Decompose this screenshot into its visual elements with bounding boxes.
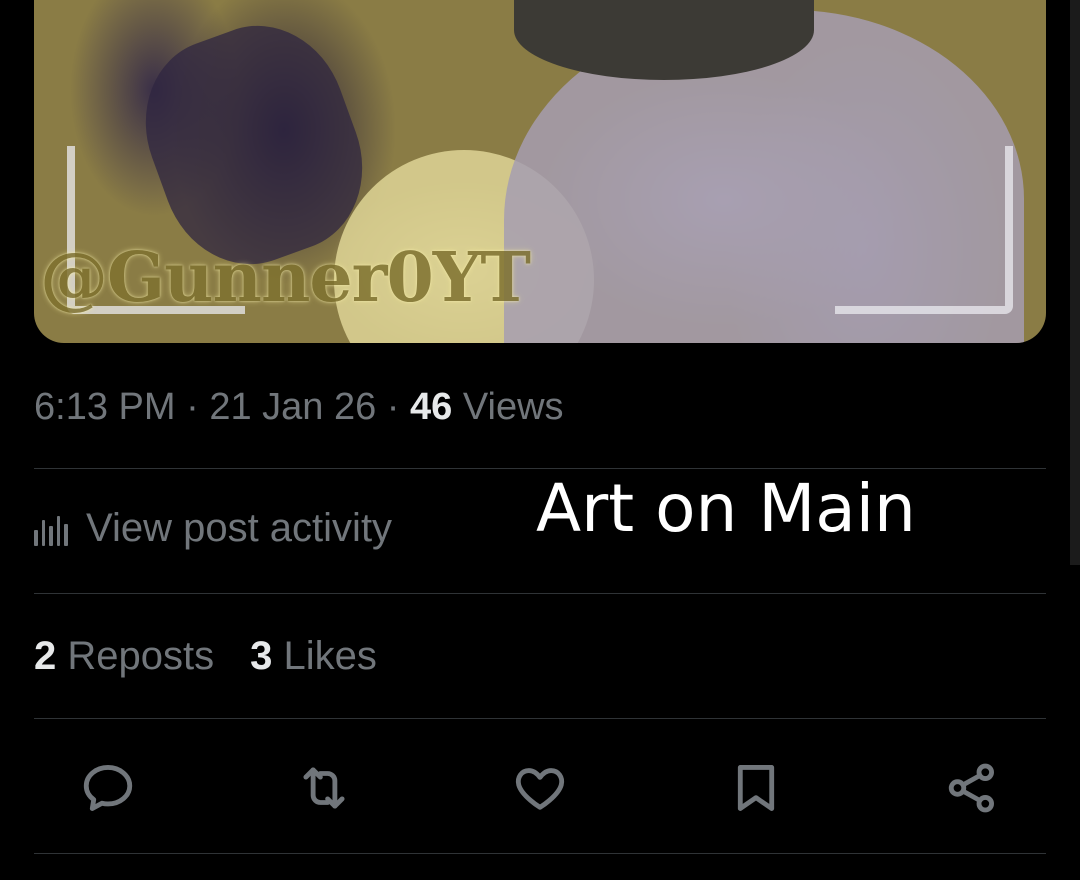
- view-post-activity-button[interactable]: View post activity: [34, 506, 392, 551]
- heart-icon: [515, 768, 565, 810]
- meta-separator: ·: [175, 386, 210, 428]
- engagement-stats: 2 Reposts 3 Likes: [34, 634, 377, 679]
- likes-count: 3: [250, 634, 273, 678]
- bookmark-icon: [737, 765, 775, 811]
- reposts-count: 2: [34, 634, 57, 678]
- reposts-label: Reposts: [67, 634, 215, 678]
- views-label: Views: [462, 386, 564, 428]
- share-icon: [948, 763, 994, 813]
- divider: [34, 593, 1046, 594]
- like-button[interactable]: [508, 756, 572, 820]
- frame-bracket-right: [835, 146, 1013, 314]
- action-bar: [34, 756, 1046, 820]
- likes-label: Likes: [283, 634, 377, 678]
- view-post-activity-label: View post activity: [86, 506, 393, 550]
- repost-arrows-icon: [303, 767, 345, 809]
- reply-button[interactable]: [76, 756, 140, 820]
- speech-bubble-icon: [83, 765, 133, 811]
- post-date[interactable]: 21 Jan 26: [209, 386, 376, 428]
- share-button[interactable]: [940, 756, 1004, 820]
- media-watermark: @Gunner0YT: [40, 238, 531, 318]
- views-count: 46: [410, 386, 453, 428]
- divider: [34, 718, 1046, 719]
- likes-link[interactable]: 3 Likes: [250, 634, 377, 678]
- repost-button[interactable]: [292, 756, 356, 820]
- reposts-link[interactable]: 2 Reposts: [34, 634, 214, 678]
- post-time[interactable]: 6:13 PM: [34, 386, 176, 428]
- overlay-caption: Art on Main: [536, 470, 916, 547]
- bookmark-button[interactable]: [724, 756, 788, 820]
- divider: [34, 853, 1046, 854]
- meta-separator: ·: [376, 386, 411, 428]
- post-media-image[interactable]: @Gunner0YT: [34, 0, 1046, 343]
- bar-chart-icon: [34, 512, 68, 546]
- divider: [34, 468, 1046, 469]
- post-meta: 6:13 PM · 21 Jan 26 · 46 Views: [34, 386, 564, 429]
- scroll-edge: [1070, 0, 1080, 565]
